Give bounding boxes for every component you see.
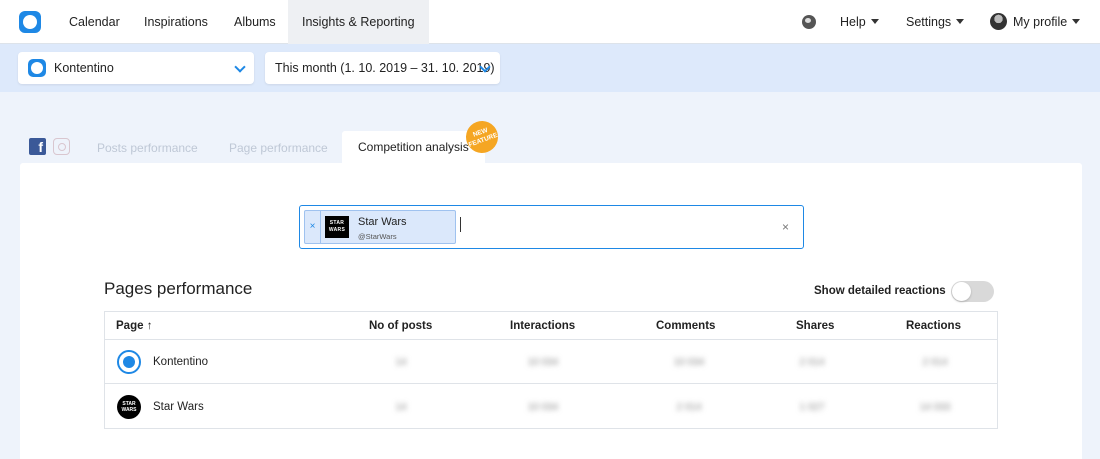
settings-label: Settings: [906, 15, 952, 29]
toggle-knob: [952, 282, 971, 301]
header-no-of-posts[interactable]: No of posts: [369, 312, 432, 340]
profile-label: My profile: [1013, 15, 1068, 29]
cell-reactions: 14 033: [919, 402, 951, 413]
detailed-reactions-toggle[interactable]: [951, 281, 994, 302]
top-nav: Calendar Inspirations Albums Insights & …: [0, 0, 1100, 44]
header-page[interactable]: Page ↑: [116, 312, 152, 340]
nav-calendar[interactable]: Calendar: [55, 0, 134, 44]
cell-shares: 1 027: [799, 402, 825, 413]
page-select[interactable]: Kontentino: [18, 52, 254, 84]
header-shares[interactable]: Shares: [796, 312, 834, 340]
nav-insights-reporting[interactable]: Insights & Reporting: [288, 0, 429, 44]
globe-icon[interactable]: [802, 15, 816, 29]
chip-name: Star Wars: [358, 216, 407, 228]
tab-competition-analysis[interactable]: Competition analysis: [342, 131, 485, 163]
header-interactions[interactable]: Interactions: [510, 312, 575, 340]
app-logo-icon[interactable]: [19, 11, 41, 33]
table-header: Page ↑ No of posts Interactions Comments…: [105, 312, 997, 340]
row-page-name: Star Wars: [153, 401, 204, 413]
cell-reactions: 2 014: [922, 357, 948, 368]
caret-down-icon: [956, 19, 965, 25]
profile-menu[interactable]: My profile: [999, 0, 1094, 44]
pages-performance-table: Page ↑ No of posts Interactions Comments…: [104, 311, 998, 429]
cell-posts: 14: [395, 357, 407, 368]
star-wars-logo: STAR WARS: [117, 395, 141, 419]
filter-bar: Kontentino This month (1. 10. 2019 – 31.…: [0, 44, 1100, 92]
help-menu[interactable]: Help: [826, 0, 893, 44]
cell-interactions: 10 034: [527, 357, 559, 368]
cell-comments: 2 014: [676, 402, 702, 413]
caret-down-icon: [1072, 19, 1081, 25]
competitor-search-input[interactable]: × STAR WARS Star Wars @StarWars ×: [299, 205, 804, 249]
cell-posts: 14: [395, 402, 407, 413]
star-wars-logo: STAR WARS: [325, 216, 349, 238]
kontentino-logo-icon: [28, 59, 46, 77]
page-select-value: Kontentino: [54, 61, 114, 75]
table-row: Kontentino 14 10 034 10 034 2 014 2 014: [105, 340, 997, 384]
remove-chip-button[interactable]: ×: [305, 211, 321, 243]
sort-up-icon: ↑: [146, 320, 153, 332]
period-select[interactable]: This month (1. 10. 2019 – 31. 10. 2019): [265, 52, 500, 84]
clear-search-button[interactable]: ×: [782, 220, 789, 234]
chip-handle: @StarWars: [358, 232, 397, 241]
detailed-reactions-label: Show detailed reactions: [814, 285, 946, 297]
nav-inspirations[interactable]: Inspirations: [130, 0, 222, 44]
cell-shares: 2 014: [799, 357, 825, 368]
help-label: Help: [840, 15, 866, 29]
kontentino-logo-icon: [117, 350, 141, 374]
table-row: STAR WARS Star Wars 14 10 034 2 014 1 027…: [105, 385, 997, 429]
tab-posts-performance[interactable]: Posts performance: [97, 133, 198, 163]
competitor-chip: × STAR WARS Star Wars @StarWars: [304, 210, 456, 244]
settings-menu[interactable]: Settings: [892, 0, 978, 44]
caret-down-icon: [870, 19, 879, 25]
instagram-icon[interactable]: [53, 138, 70, 155]
nav-albums[interactable]: Albums: [220, 0, 290, 44]
section-title: Pages performance: [104, 279, 253, 298]
chevron-down-icon: [234, 61, 246, 73]
header-comments[interactable]: Comments: [656, 312, 715, 340]
cell-interactions: 10 034: [527, 402, 559, 413]
header-page-label: Page: [116, 320, 144, 332]
tab-page-performance[interactable]: Page performance: [229, 133, 328, 163]
header-reactions[interactable]: Reactions: [906, 312, 961, 340]
period-select-value: This month (1. 10. 2019 – 31. 10. 2019): [275, 61, 495, 75]
row-page-name: Kontentino: [153, 356, 208, 368]
text-cursor: [460, 217, 461, 232]
facebook-icon[interactable]: f: [29, 138, 46, 155]
cell-comments: 10 034: [673, 357, 705, 368]
